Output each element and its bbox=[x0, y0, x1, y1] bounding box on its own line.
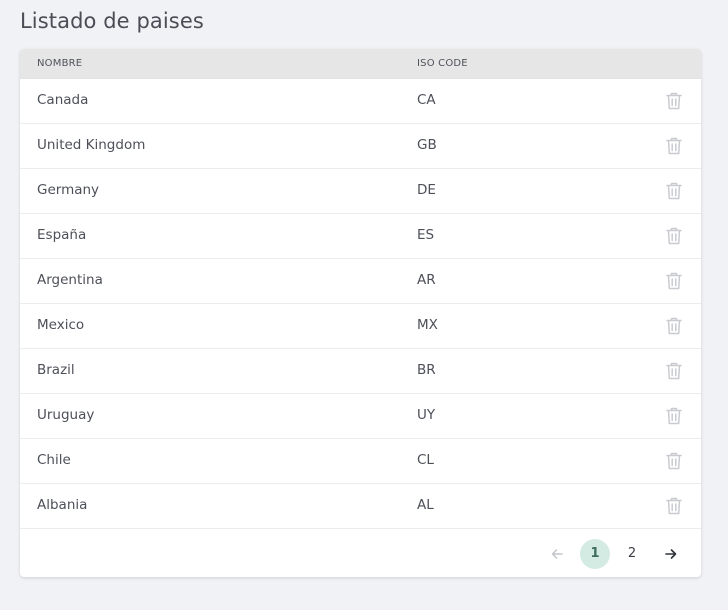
delete-trash-icon[interactable] bbox=[665, 406, 683, 426]
country-name: Brazil bbox=[37, 362, 75, 378]
table-row: Uruguay UY bbox=[20, 394, 701, 439]
countries-table-card: NOMBRE ISO CODE Canada CA United Kingdom… bbox=[20, 49, 701, 577]
table-row: Germany DE bbox=[20, 169, 701, 214]
pagination-next-arrow-right-icon[interactable] bbox=[656, 539, 686, 569]
country-name: Germany bbox=[37, 182, 100, 198]
country-iso: BR bbox=[417, 362, 436, 378]
table-row: Canada CA bbox=[20, 79, 701, 124]
table-header: NOMBRE ISO CODE bbox=[20, 49, 701, 79]
delete-trash-icon[interactable] bbox=[665, 136, 683, 156]
table-row: Argentina AR bbox=[20, 259, 701, 304]
country-iso: UY bbox=[417, 407, 436, 423]
country-name: Argentina bbox=[37, 272, 103, 288]
country-name: Chile bbox=[37, 452, 71, 468]
pagination-page-2[interactable]: 2 bbox=[617, 539, 647, 569]
pagination-page-1[interactable]: 1 bbox=[580, 539, 610, 569]
country-name: United Kingdom bbox=[37, 137, 146, 153]
delete-trash-icon[interactable] bbox=[665, 316, 683, 336]
table-row: Mexico MX bbox=[20, 304, 701, 349]
pagination: 1 2 bbox=[20, 539, 701, 569]
country-name: Albania bbox=[37, 497, 88, 513]
delete-trash-icon[interactable] bbox=[665, 226, 683, 246]
delete-trash-icon[interactable] bbox=[665, 451, 683, 471]
delete-trash-icon[interactable] bbox=[665, 181, 683, 201]
delete-trash-icon[interactable] bbox=[665, 361, 683, 381]
delete-trash-icon[interactable] bbox=[665, 496, 683, 516]
table-row: Chile CL bbox=[20, 439, 701, 484]
country-iso: DE bbox=[417, 182, 436, 198]
table-row: Brazil BR bbox=[20, 349, 701, 394]
country-iso: AL bbox=[417, 497, 434, 513]
country-iso: ES bbox=[417, 227, 435, 243]
delete-trash-icon[interactable] bbox=[665, 91, 683, 111]
table-row: España ES bbox=[20, 214, 701, 259]
page-title: Listado de paises bbox=[20, 9, 204, 33]
country-name: España bbox=[37, 227, 87, 243]
table-row: United Kingdom GB bbox=[20, 124, 701, 169]
country-iso: AR bbox=[417, 272, 436, 288]
country-iso: CL bbox=[417, 452, 434, 468]
country-iso: MX bbox=[417, 317, 438, 333]
country-iso: GB bbox=[417, 137, 437, 153]
table-row: Albania AL bbox=[20, 484, 701, 529]
delete-trash-icon[interactable] bbox=[665, 271, 683, 291]
column-header-iso: ISO CODE bbox=[417, 58, 468, 69]
country-name: Canada bbox=[37, 92, 89, 108]
table-body: Canada CA United Kingdom GB Germany DE E… bbox=[20, 79, 701, 529]
country-iso: CA bbox=[417, 92, 436, 108]
country-name: Uruguay bbox=[37, 407, 95, 423]
country-name: Mexico bbox=[37, 317, 85, 333]
pagination-prev-arrow-left-icon[interactable] bbox=[542, 539, 572, 569]
column-header-name: NOMBRE bbox=[37, 58, 83, 69]
